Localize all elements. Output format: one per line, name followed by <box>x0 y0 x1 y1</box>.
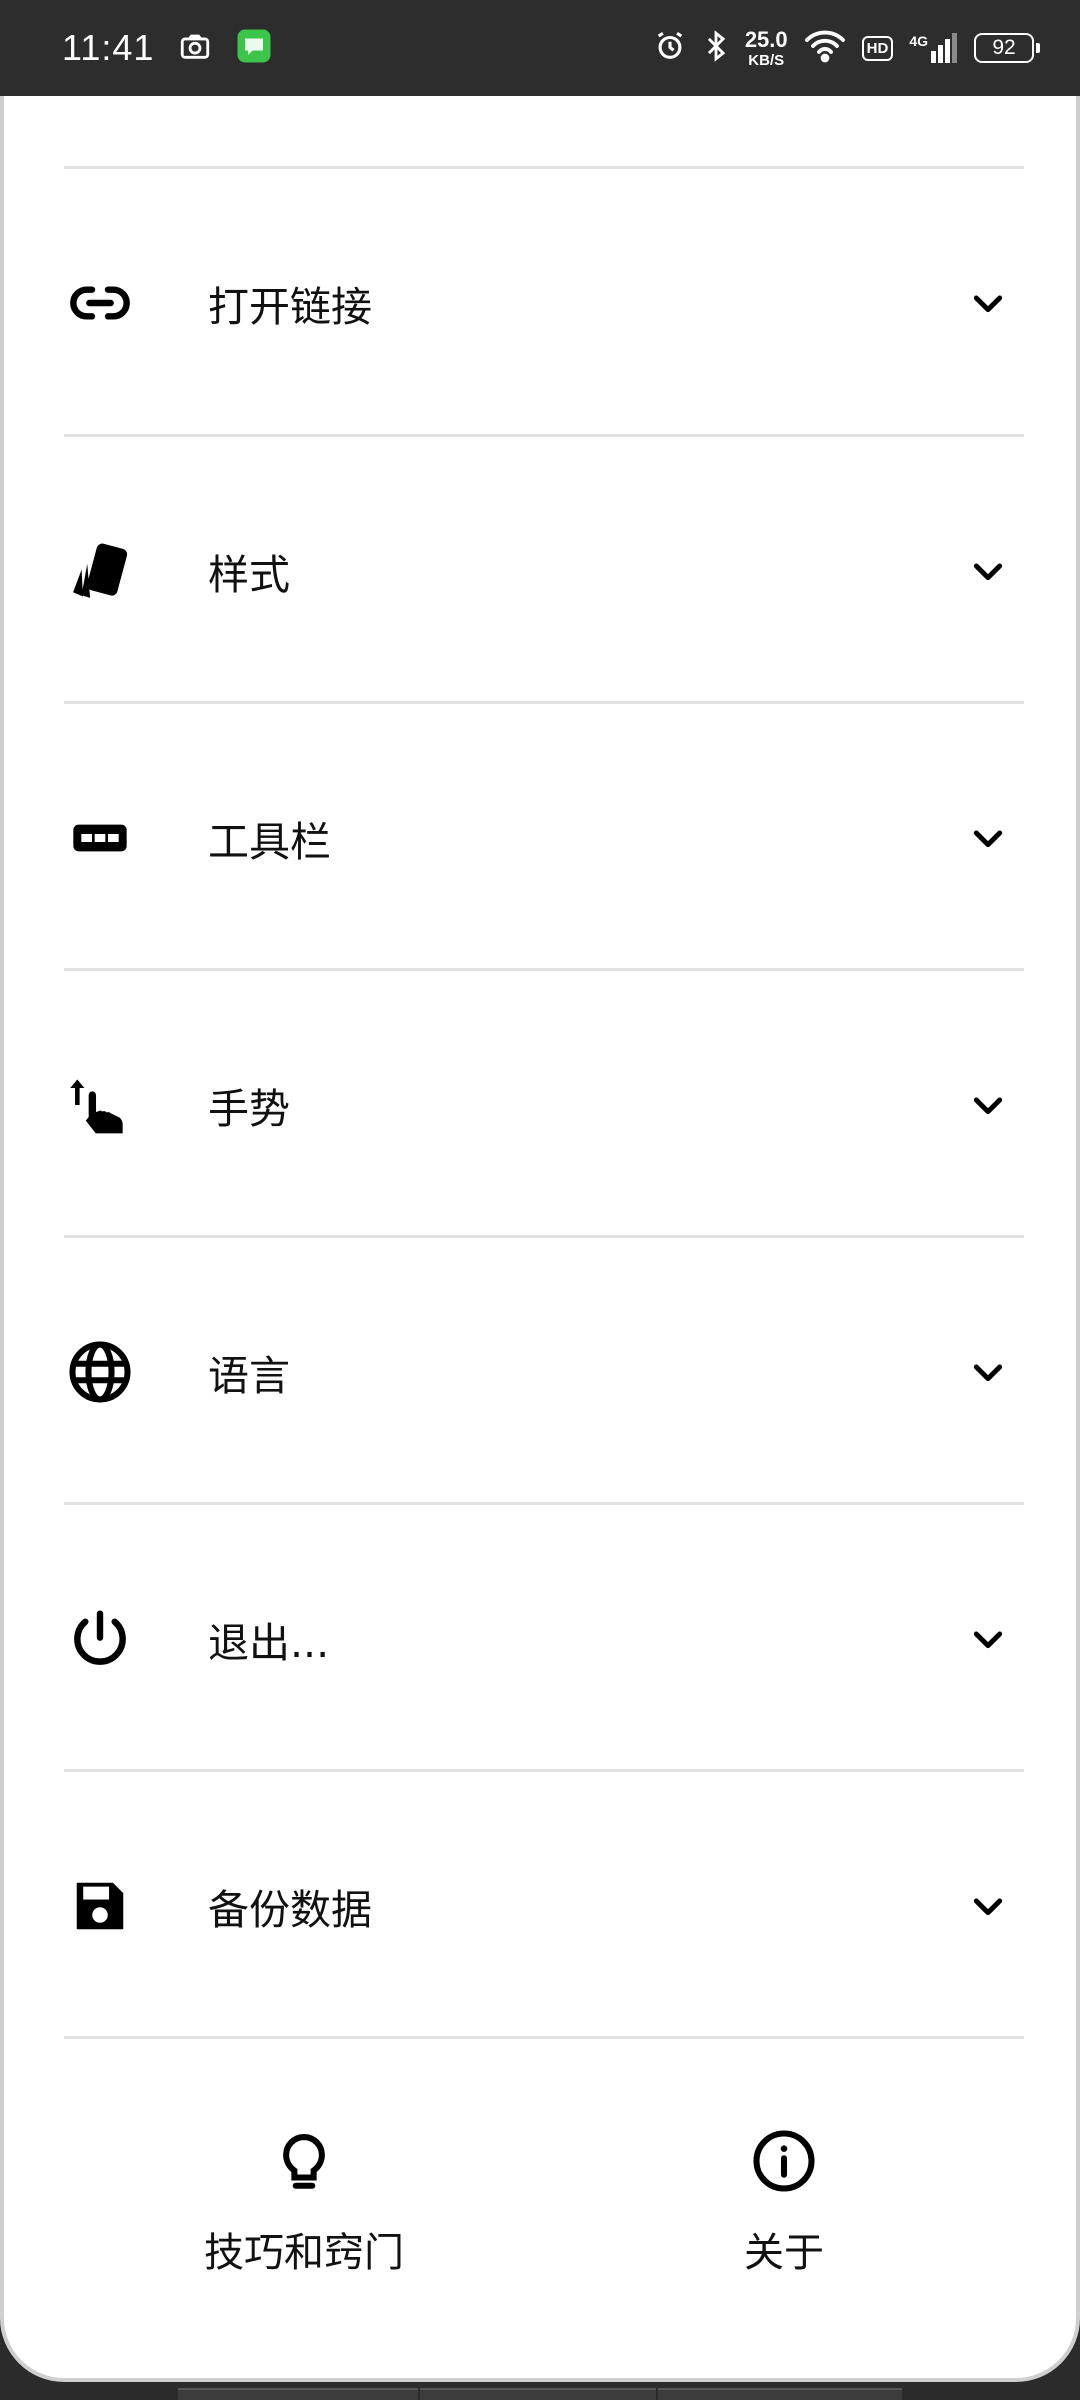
chevron-down-icon[interactable] <box>964 1615 1012 1663</box>
camera-icon <box>178 29 212 67</box>
speed-value: 25.0 <box>744 26 788 52</box>
settings-sheet: 打开链接 样式 工具栏 手势 语言 退出... 备份数据 技巧和窍门 关于 <box>0 96 1080 2382</box>
lightbulb-icon <box>271 2128 337 2198</box>
swipe-up-gesture-icon <box>64 1069 136 1141</box>
chevron-down-icon[interactable] <box>964 279 1012 327</box>
network-speed: 25.0 KB/S <box>744 26 788 69</box>
bluetooth-icon <box>703 29 729 67</box>
chevron-down-icon[interactable] <box>964 814 1012 862</box>
menu-item-label: 样式 <box>208 550 290 599</box>
globe-icon <box>64 1336 136 1408</box>
hd-badge: HD <box>861 35 894 61</box>
bottom-nav-segment <box>658 2388 902 2400</box>
signal-bars-icon <box>931 33 957 63</box>
network-type: 4G <box>909 33 928 49</box>
menu-item-label: 工具栏 <box>208 817 331 866</box>
link-icon <box>64 267 136 339</box>
menu-item-open-links[interactable]: 打开链接 <box>4 169 1076 436</box>
speed-unit: KB/S <box>748 51 785 69</box>
status-time: 11:41 <box>62 27 155 68</box>
battery-indicator: 92 <box>974 33 1040 63</box>
messages-app-icon <box>236 28 272 68</box>
wifi-icon <box>804 29 846 67</box>
signal-strength: 4G <box>909 33 958 63</box>
battery-level: 92 <box>992 36 1016 59</box>
menu-item-toolbar[interactable]: 工具栏 <box>4 704 1076 971</box>
menu-item-label: 打开链接 <box>208 282 372 331</box>
menu-item-label: 退出... <box>208 1618 330 1667</box>
menu-item-gestures[interactable]: 手势 <box>4 971 1076 1238</box>
bottom-nav-segment <box>420 2388 656 2400</box>
menu-item-label: 备份数据 <box>208 1885 372 1934</box>
chevron-down-icon[interactable] <box>964 1348 1012 1396</box>
menu-item-backup-data[interactable]: 备份数据 <box>4 1772 1076 2039</box>
menu-item-exit[interactable]: 退出... <box>4 1505 1076 1772</box>
bottom-nav-segment <box>178 2388 418 2400</box>
power-icon <box>64 1603 136 1675</box>
style-cards-icon <box>64 535 136 607</box>
chevron-down-icon[interactable] <box>964 1081 1012 1129</box>
chevron-down-icon[interactable] <box>964 547 1012 595</box>
alarm-icon <box>653 29 687 67</box>
about-label: 关于 <box>744 2230 824 2276</box>
info-icon <box>751 2128 817 2198</box>
chevron-down-icon[interactable] <box>964 1882 1012 1930</box>
status-bar: 11:41 25.0 KB/S HD 4G 92 <box>0 0 1080 96</box>
tips-and-tricks-label: 技巧和窍门 <box>204 2230 404 2276</box>
toolbar-icon <box>64 802 136 874</box>
tips-and-tricks-button[interactable]: 技巧和窍门 <box>154 2128 454 2328</box>
save-icon <box>64 1870 136 1942</box>
menu-item-language[interactable]: 语言 <box>4 1238 1076 1505</box>
menu-item-label: 手势 <box>208 1084 290 1133</box>
menu-item-label: 语言 <box>208 1351 290 1400</box>
menu-item-style[interactable]: 样式 <box>4 437 1076 704</box>
about-button[interactable]: 关于 <box>634 2128 934 2328</box>
divider <box>64 2036 1024 2039</box>
